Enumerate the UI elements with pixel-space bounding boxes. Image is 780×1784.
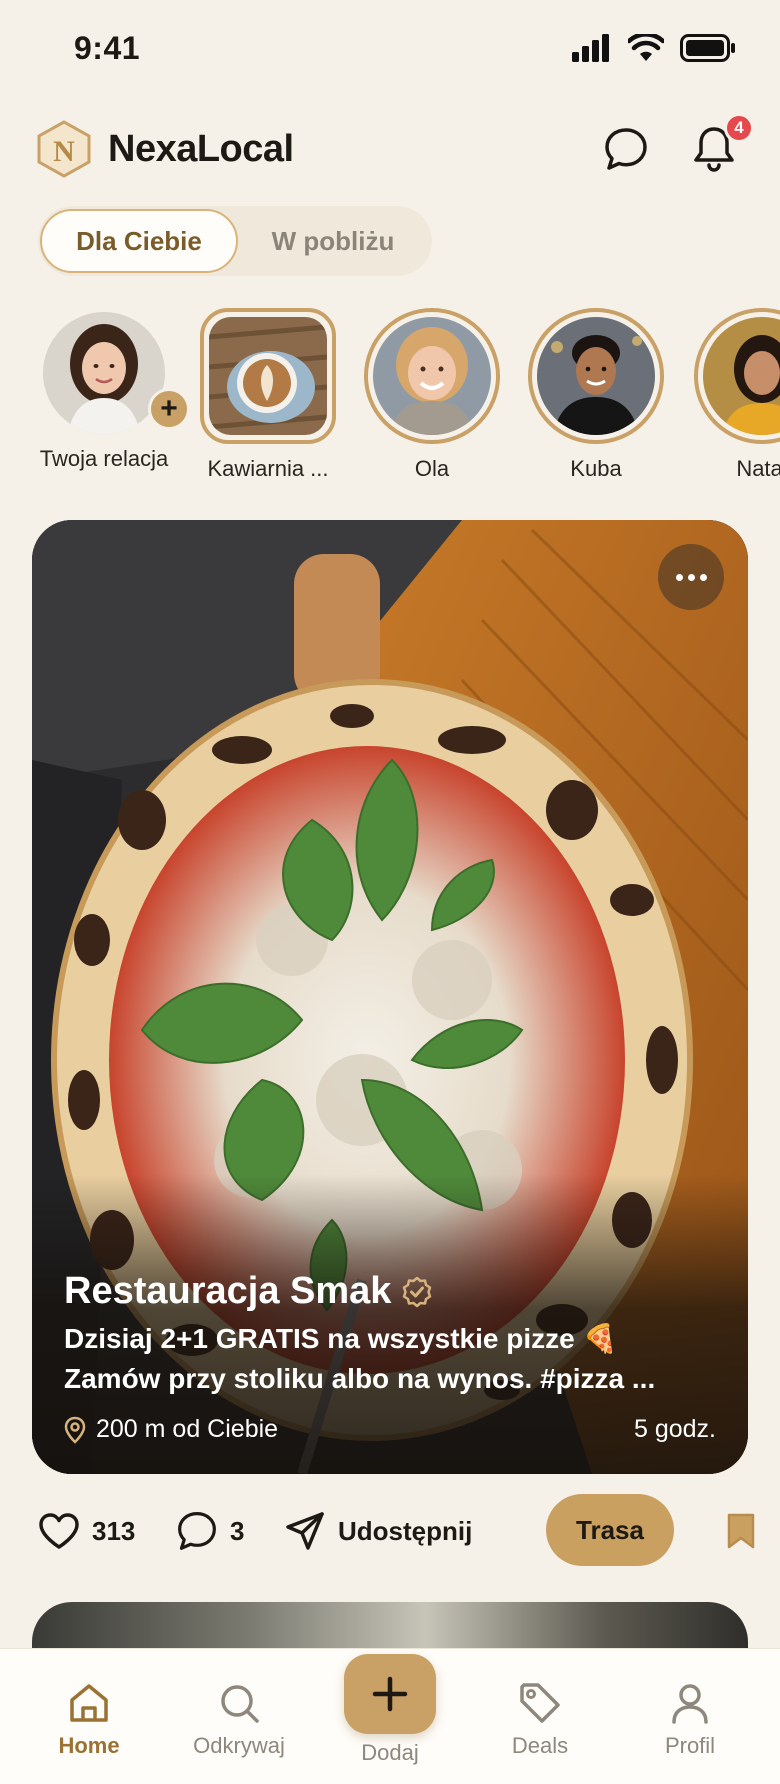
story-ring (200, 308, 336, 444)
nav-home-label: Home (58, 1733, 120, 1758)
nav-profile-label: Profil (664, 1733, 716, 1758)
dot (687, 573, 695, 581)
post-title[interactable]: Restauracja Smak (64, 1270, 391, 1313)
comment-button[interactable]: 3 (176, 1510, 244, 1552)
heart-icon (39, 1513, 79, 1549)
user-icon (672, 1684, 708, 1724)
story-item[interactable]: Kawiarnia ... (198, 308, 338, 482)
nav-deals[interactable]: Deals (480, 1649, 600, 1784)
location-pin-icon (64, 1416, 86, 1444)
bookmark-icon[interactable] (726, 1512, 756, 1550)
nav-home[interactable]: Home (29, 1649, 149, 1784)
logo-letter: N (53, 135, 75, 168)
story-ring (528, 308, 664, 444)
comment-count: 3 (230, 1515, 245, 1546)
like-button[interactable]: 313 (38, 1512, 135, 1550)
story-ring (694, 308, 780, 444)
post-distance: 200 m od Ciebie (96, 1415, 279, 1443)
nav-profile[interactable]: Profil (630, 1649, 750, 1784)
nav-explore[interactable]: Odkrywaj (179, 1649, 299, 1784)
post-actions: 313 3 Udostępnij Trasa (38, 1494, 758, 1568)
story-ring (364, 308, 500, 444)
status-bar: 9:41 (0, 0, 780, 96)
status-time: 9:41 (74, 29, 141, 66)
route-button[interactable]: Trasa (546, 1494, 674, 1566)
nav-add-label: Dodaj (361, 1740, 419, 1765)
share-button[interactable]: Udostępnij (284, 1510, 472, 1552)
story-image (209, 317, 327, 435)
add-story-icon[interactable]: + (148, 388, 190, 430)
plus-icon (372, 1676, 408, 1712)
story-image (703, 317, 780, 435)
post-text-line1: Dzisiaj 2+1 GRATIS na wszystkie pizze 🍕 (64, 1323, 618, 1354)
home-icon (70, 1684, 108, 1722)
more-options-button[interactable] (658, 544, 724, 610)
story-label: Kuba (570, 456, 622, 481)
story-label: Kawiarnia ... (207, 456, 329, 481)
comment-icon (178, 1512, 216, 1550)
send-icon (286, 1512, 324, 1550)
tab-nearby[interactable]: W pobliżu (238, 209, 428, 273)
app-title: NexaLocal (108, 127, 294, 170)
dot (699, 573, 707, 581)
wifi-icon (628, 34, 664, 61)
post-meta: 200 m od Ciebie 5 godz. (64, 1415, 716, 1444)
notifications-button[interactable]: 4 (690, 113, 754, 173)
verified-icon (403, 1276, 432, 1307)
story-label: Twoja relacja (39, 446, 169, 471)
stories-row: + Twoja relacja Kawiarnia ... Ola Kuba N… (0, 308, 780, 488)
logo-icon: N (37, 120, 91, 178)
nav-explore-label: Odkrywaj (193, 1733, 285, 1758)
story-item[interactable]: Natal (694, 308, 780, 482)
dot (675, 573, 683, 581)
like-count: 313 (92, 1515, 136, 1546)
app-header: N NexaLocal 4 (0, 108, 780, 190)
story-item[interactable]: Ola (364, 308, 500, 482)
post-text-line2: Zamów przy stoliku albo na wynos. #pizza… (64, 1363, 656, 1394)
post-title-row: Restauracja Smak (64, 1270, 716, 1313)
notification-badge: 4 (724, 113, 754, 143)
nav-deals-label: Deals (511, 1733, 569, 1758)
post-time: 5 godz. (633, 1415, 716, 1443)
post-location: 200 m od Ciebie (64, 1415, 278, 1444)
story-label: Ola (414, 456, 450, 481)
story-own[interactable]: + Twoja relacja (30, 308, 190, 472)
story-item[interactable]: Kuba (528, 308, 664, 482)
story-image (373, 317, 491, 435)
signal-icon (572, 34, 609, 62)
post-text: Dzisiaj 2+1 GRATIS na wszystkie pizze 🍕 … (64, 1319, 716, 1399)
header-actions: 4 (602, 113, 754, 173)
post-card[interactable]: Restauracja Smak Dzisiaj 2+1 GRATIS na w… (32, 520, 748, 1474)
story-avatar (43, 312, 165, 434)
tag-icon (520, 1683, 560, 1723)
share-label: Udostępnij (338, 1515, 473, 1546)
chat-icon (605, 128, 647, 170)
tab-for-you[interactable]: Dla Ciebie (40, 209, 238, 273)
story-image (537, 317, 655, 435)
search-icon (221, 1685, 259, 1723)
messages-button[interactable] (602, 125, 650, 173)
status-icons (572, 34, 736, 62)
feed-tabs: Dla Ciebie W pobliżu (38, 206, 432, 276)
story-label: Natal (736, 456, 780, 481)
post-info: Restauracja Smak Dzisiaj 2+1 GRATIS na w… (64, 1270, 716, 1444)
battery-icon (680, 34, 735, 62)
add-post-button[interactable] (344, 1654, 436, 1734)
